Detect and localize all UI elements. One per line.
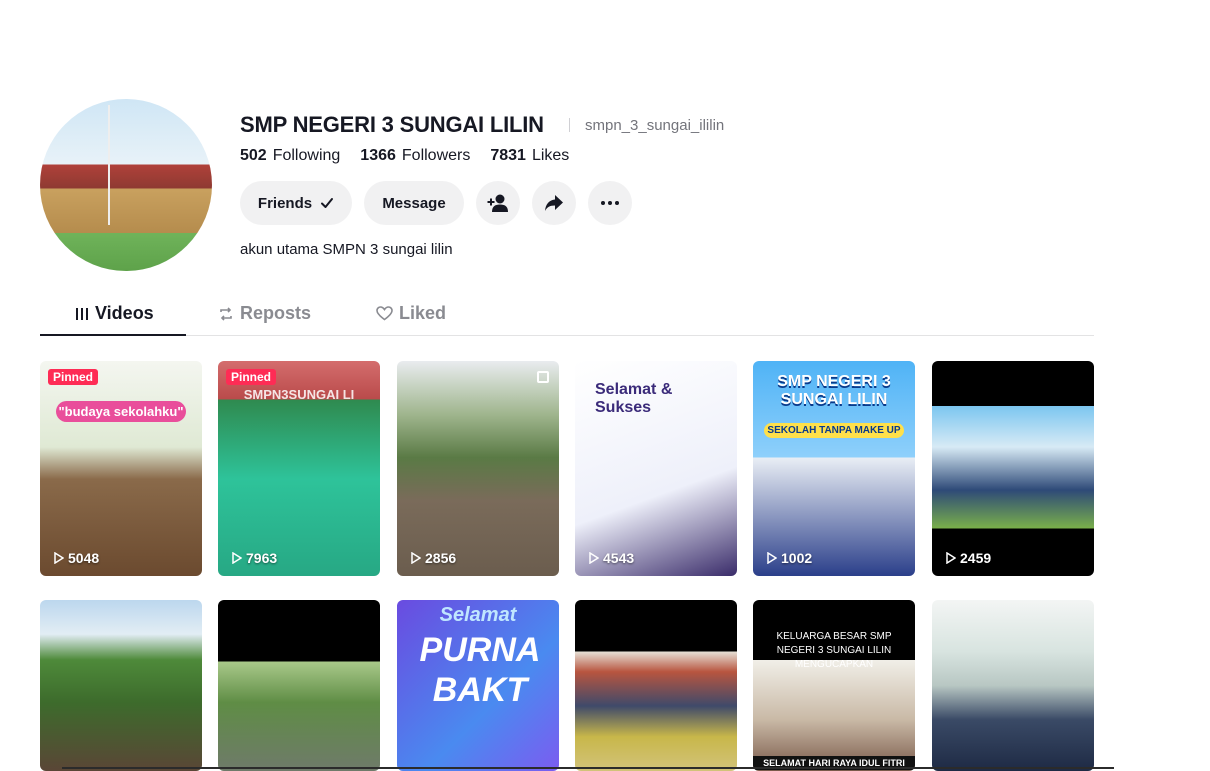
view-count: 2459 — [946, 550, 991, 566]
tab-liked-label: Liked — [399, 303, 447, 323]
play-icon — [54, 552, 64, 564]
pinned-badge: Pinned — [48, 369, 99, 385]
profile-avatar[interactable] — [40, 99, 212, 271]
view-count-value: 2459 — [960, 550, 992, 566]
followers-count: 1366 — [360, 147, 396, 164]
view-count-value: 4543 — [603, 550, 635, 566]
following-stat[interactable]: 502 Following — [240, 147, 340, 165]
view-count-value: 2856 — [425, 550, 457, 566]
profile-username: smpn_3_sungai_ililin — [585, 117, 725, 134]
video-card[interactable]: SMPN3SUNGAI LI Pinned 7963 — [218, 361, 380, 576]
video-card[interactable] — [218, 600, 380, 771]
likes-label: Likes — [531, 147, 570, 164]
likes-count: 7831 — [490, 147, 526, 164]
following-count: 502 — [240, 147, 267, 164]
following-label: Following — [272, 147, 341, 164]
view-count-value: 7963 — [246, 550, 278, 566]
video-card[interactable]: Selamat PURNA BAKT — [397, 600, 559, 771]
video-card[interactable] — [932, 600, 1094, 771]
video-card[interactable]: 2856 — [397, 361, 559, 576]
view-count: 2856 — [411, 550, 456, 566]
video-overlay-text: SMPN3SUNGAI LI — [243, 387, 355, 402]
more-dots-icon — [601, 201, 619, 205]
video-overlay-text: Selamat & Sukses — [595, 381, 673, 416]
play-icon — [411, 552, 421, 564]
profile-tabs: Videos Reposts Liked — [40, 295, 1094, 336]
add-friend-button[interactable] — [476, 181, 520, 225]
play-icon — [767, 552, 777, 564]
video-card[interactable]: KELUARGA BESAR SMP NEGERI 3 SUNGAI LILIN… — [753, 600, 915, 771]
view-count: 1002 — [767, 550, 812, 566]
tab-videos-label: Videos — [95, 303, 154, 323]
pinned-badge: Pinned — [226, 369, 277, 385]
active-tab-indicator — [40, 334, 186, 336]
repost-icon — [220, 306, 232, 321]
grid-bars-icon — [76, 307, 88, 320]
view-count: 5048 — [54, 550, 99, 566]
view-count-value: 1002 — [781, 550, 813, 566]
tab-videos[interactable]: Videos — [75, 303, 154, 324]
tab-reposts[interactable]: Reposts — [218, 303, 311, 324]
tab-reposts-label: Reposts — [240, 303, 312, 323]
view-count-value: 5048 — [68, 550, 100, 566]
video-card[interactable]: "budaya sekolahku" Pinned 5048 — [40, 361, 202, 576]
video-overlay-text: KELUARGA BESAR SMP NEGERI 3 SUNGAI LILIN… — [776, 631, 892, 670]
profile-stats: 502 Following 1366 Followers 7831 Likes — [240, 147, 569, 165]
friends-button-label: Friends — [257, 194, 313, 212]
video-overlay-text: Selamat — [439, 604, 517, 626]
view-count: 7963 — [232, 550, 277, 566]
name-divider — [569, 118, 570, 132]
checkmark-icon — [321, 198, 334, 208]
video-card[interactable]: SMP NEGERI 3 SUNGAI LILIN SEKOLAH TANPA … — [753, 361, 915, 576]
friends-button[interactable]: Friends — [240, 181, 352, 225]
tab-liked[interactable]: Liked — [376, 303, 446, 324]
share-arrow-icon — [545, 195, 563, 211]
more-options-button[interactable] — [588, 181, 632, 225]
bottom-divider — [62, 767, 1114, 769]
view-count: 4543 — [589, 550, 634, 566]
play-icon — [232, 552, 242, 564]
followers-label: Followers — [401, 147, 471, 164]
play-icon — [589, 552, 599, 564]
video-card[interactable] — [40, 600, 202, 771]
video-card[interactable] — [575, 600, 737, 771]
message-button[interactable]: Message — [364, 181, 464, 225]
play-icon — [946, 552, 956, 564]
profile-bio: akun utama SMPN 3 sungai lilin — [240, 241, 453, 258]
video-overlay-subtext: PURNA BAKT — [419, 631, 541, 709]
person-add-icon — [487, 194, 508, 212]
likes-stat: 7831 Likes — [490, 147, 569, 165]
profile-name: SMP NEGERI 3 SUNGAI LILIN — [240, 112, 544, 137]
video-overlay-text: "budaya sekolahku" — [56, 401, 186, 422]
video-card[interactable]: 2459 — [932, 361, 1094, 576]
followers-stat[interactable]: 1366 Followers — [360, 147, 470, 165]
message-button-label: Message — [382, 194, 446, 212]
share-button[interactable] — [532, 181, 576, 225]
video-overlay-subtext: SEKOLAH TANPA MAKE UP — [764, 423, 904, 438]
multi-photo-icon — [537, 371, 549, 383]
heart-outline-icon — [376, 306, 393, 321]
video-card[interactable]: Selamat & Sukses 4543 — [575, 361, 737, 576]
video-overlay-text: SMP NEGERI 3 SUNGAI LILIN — [777, 373, 891, 408]
